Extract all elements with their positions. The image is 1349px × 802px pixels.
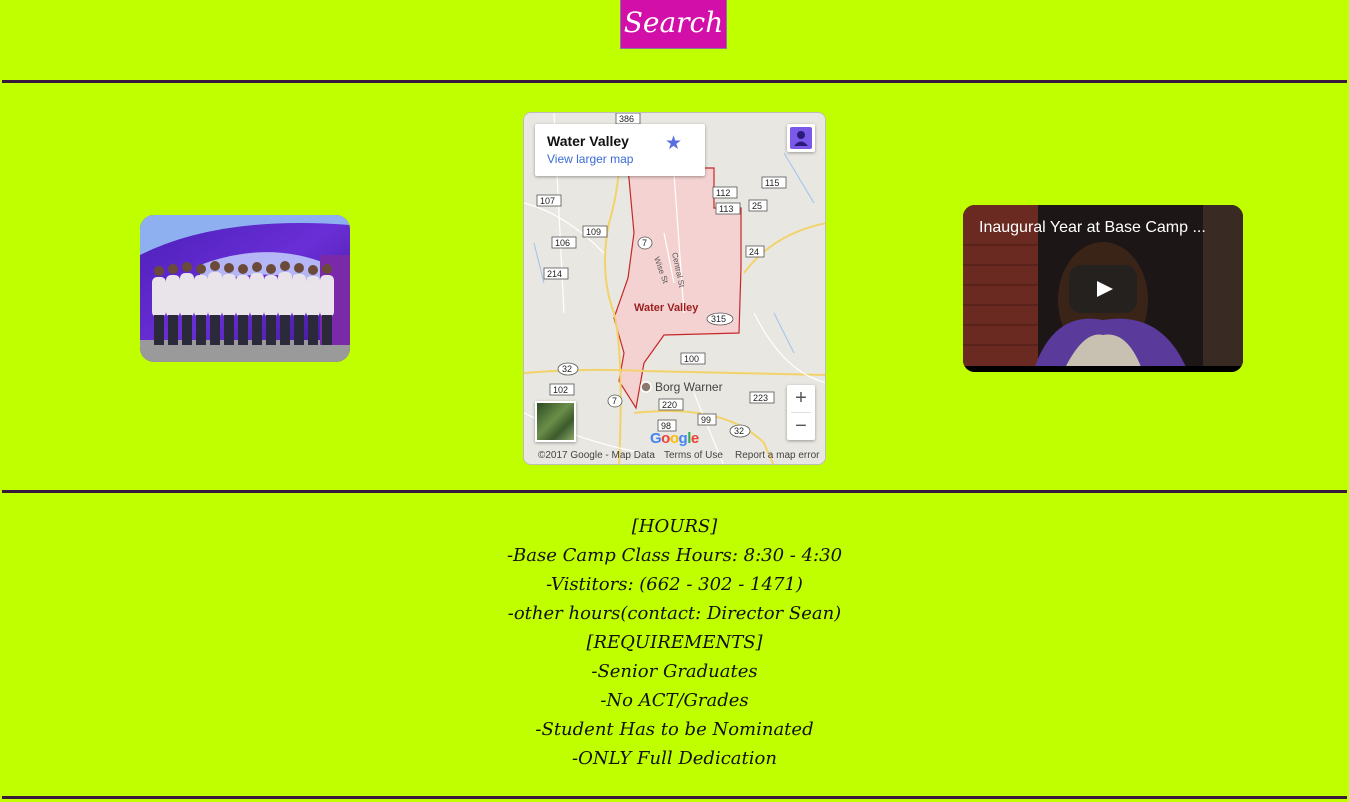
route-shield-label: 115 xyxy=(765,178,779,188)
satellite-toggle[interactable] xyxy=(535,401,576,442)
route-shield-label: 99 xyxy=(701,415,711,425)
requirement-item: -Senior Graduates xyxy=(591,661,758,682)
route-shield: 109 xyxy=(582,225,608,238)
route-shield-label: 107 xyxy=(540,196,555,206)
play-button[interactable] xyxy=(1069,265,1137,313)
video-title[interactable]: Inaugural Year at Base Camp ... xyxy=(979,219,1231,237)
route-shield: 99 xyxy=(697,413,717,426)
route-shield: 24 xyxy=(745,245,765,258)
map-place-name: Water Valley xyxy=(547,133,629,149)
divider xyxy=(2,80,1347,83)
google-logo: Google xyxy=(650,430,699,447)
route-shield: 214 xyxy=(543,267,569,280)
route-shield: 112 xyxy=(712,186,738,199)
visitors-phone: -Vistitors: (662 - 302 - 1471) xyxy=(546,574,803,595)
map-town-label: Water Valley xyxy=(634,302,699,314)
zoom-in-button[interactable]: + xyxy=(787,385,815,412)
route-shield: 220 xyxy=(658,398,684,411)
route-shield: 107 xyxy=(536,194,562,207)
route-shield: 100 xyxy=(680,352,706,365)
route-shield: 315 xyxy=(706,312,734,326)
route-shield-label: 315 xyxy=(711,314,726,324)
zoom-controls: + − xyxy=(787,385,815,440)
info-section: [HOURS] -Base Camp Class Hours: 8:30 - 4… xyxy=(0,512,1349,773)
star-icon[interactable]: ★ xyxy=(665,132,682,154)
route-shield-label: 32 xyxy=(734,426,744,436)
route-shield: 32 xyxy=(729,424,751,438)
map-report-link[interactable]: Report a map error xyxy=(735,450,819,461)
route-shield-label: 220 xyxy=(662,400,677,410)
route-shield: 102 xyxy=(549,383,575,396)
view-larger-map-link[interactable]: View larger map xyxy=(547,152,633,166)
route-shield-label: 100 xyxy=(684,354,699,364)
search-button[interactable]: Search xyxy=(620,0,727,49)
route-shield: 115 xyxy=(761,176,787,189)
video-embed[interactable]: Inaugural Year at Base Camp ... xyxy=(963,205,1243,372)
route-shield: 25 xyxy=(748,199,768,212)
map-terms-link[interactable]: Terms of Use xyxy=(664,450,723,461)
map-poi-label: Borg Warner xyxy=(655,380,723,394)
route-shield: 106 xyxy=(551,236,577,249)
route-shield-label: 25 xyxy=(752,201,762,211)
route-shield-label: 113 xyxy=(719,204,733,214)
route-shield-label: 109 xyxy=(586,227,601,237)
route-shield: 7 xyxy=(637,236,653,250)
divider xyxy=(2,490,1347,493)
group-photo xyxy=(140,215,350,362)
route-shield-label: 112 xyxy=(716,188,730,198)
route-shield-label: 386 xyxy=(619,114,634,124)
map-footer: ©2017 Google - Map Data Terms of Use Rep… xyxy=(524,448,825,464)
hours-heading: [HOURS] xyxy=(631,516,718,537)
zoom-out-button[interactable]: − xyxy=(787,413,815,440)
route-shield-label: 223 xyxy=(753,393,768,403)
route-shield: 113 xyxy=(715,202,741,215)
route-shield-label: 7 xyxy=(642,238,647,248)
divider xyxy=(2,796,1347,799)
other-hours: -other hours(contact: Director Sean) xyxy=(507,603,842,624)
map-poi-marker xyxy=(640,381,652,393)
map-info-card: Water Valley View larger map ★ xyxy=(535,124,705,176)
route-shield-label: 24 xyxy=(749,247,759,257)
requirement-item: -No ACT/Grades xyxy=(600,690,749,711)
route-shield: 32 xyxy=(557,362,579,376)
route-shield: 7 xyxy=(607,394,623,408)
class-hours: -Base Camp Class Hours: 8:30 - 4:30 xyxy=(506,545,843,566)
embedded-map[interactable]: 386 107 109 106 7 112 113 115 25 24 214 315 32 100 102… xyxy=(523,112,826,465)
route-shield-label: 214 xyxy=(547,269,562,279)
route-shield-label: 32 xyxy=(562,364,572,374)
route-shield: 223 xyxy=(749,391,775,404)
play-icon xyxy=(1097,281,1113,297)
street-view-pegman-icon[interactable] xyxy=(787,124,815,152)
requirement-item: -ONLY Full Dedication xyxy=(572,748,777,769)
route-shield-label: 7 xyxy=(612,396,617,406)
requirement-item: -Student Has to be Nominated xyxy=(535,719,814,740)
route-shield: 386 xyxy=(615,113,641,125)
route-shield-label: 102 xyxy=(553,385,568,395)
map-copyright: ©2017 Google - Map Data xyxy=(538,450,655,461)
requirements-heading: [REQUIREMENTS] xyxy=(586,632,763,653)
route-shield-label: 106 xyxy=(555,238,570,248)
